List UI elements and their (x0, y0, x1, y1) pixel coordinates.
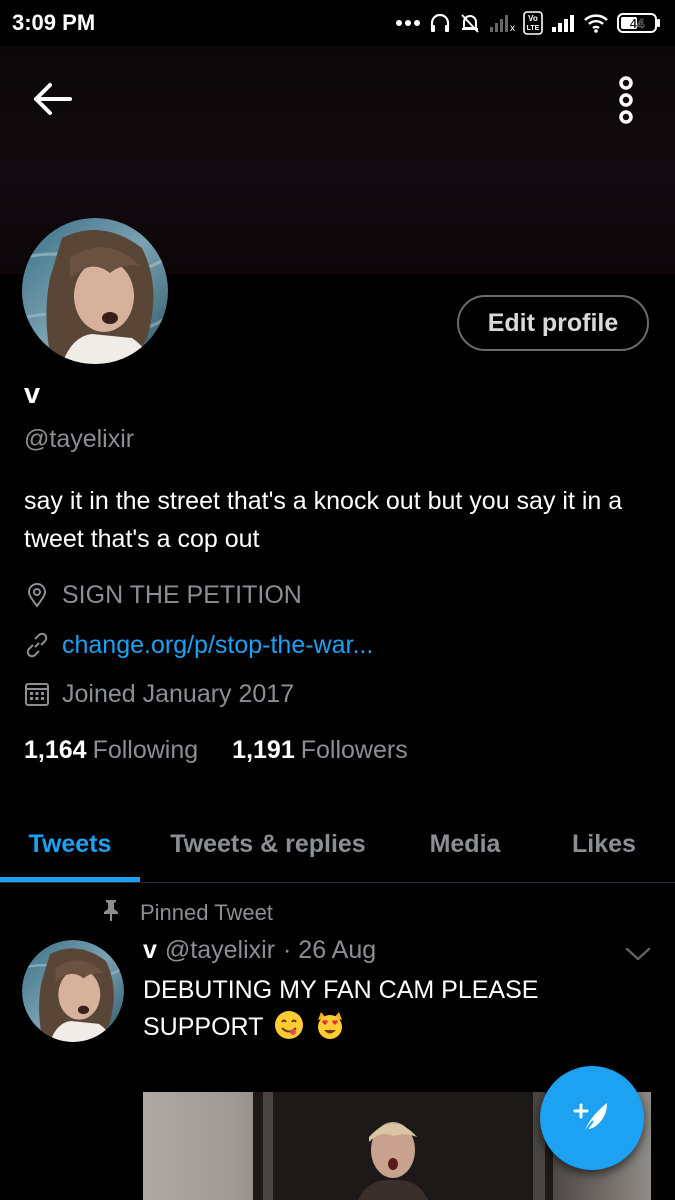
back-button[interactable] (32, 82, 74, 116)
followers-label: Followers (300, 736, 408, 764)
compose-feather-icon (573, 1103, 607, 1138)
more-notifications-icon (395, 19, 421, 27)
pinned-label: Pinned Tweet (140, 900, 273, 925)
tweet-header: v @tayelixir · 26 Aug (143, 936, 376, 965)
edit-profile-button[interactable]: Edit profile (457, 295, 649, 351)
follow-counts: 1,164 Following 1,191 Followers (24, 736, 408, 765)
profile-tabs: Tweets Tweets & replies Media Likes (0, 806, 675, 884)
tab-likes[interactable]: Likes (545, 806, 663, 882)
profile-handle: @tayelixir (24, 425, 135, 453)
svg-text:LTE: LTE (527, 25, 540, 32)
status-icons: x Vo LTE 44 (395, 8, 661, 38)
status-time: 3:09 PM (12, 10, 96, 35)
tweet-avatar-photo (22, 940, 124, 1042)
wifi-icon (583, 13, 609, 33)
tweet-menu-button[interactable] (624, 944, 652, 964)
profile-bio: say it in the street that's a knock out … (24, 487, 623, 553)
website-link[interactable]: change.org/p/stop-the-war... (62, 631, 373, 660)
profile-avatar[interactable] (22, 218, 168, 364)
tweet-author-name[interactable]: v (143, 936, 157, 965)
joined-row: Joined January 2017 (24, 677, 294, 711)
pin-icon (100, 898, 122, 928)
signal-strong-icon (551, 13, 575, 33)
link-icon (24, 632, 50, 658)
more-options-button[interactable] (604, 74, 648, 126)
tab-tweets-replies[interactable]: Tweets & replies (150, 806, 386, 882)
joined-text: Joined January 2017 (62, 679, 295, 708)
profile-screen: 3:09 PM x Vo LTE 44 Edit profile v @taye… (0, 0, 675, 1200)
website-row: change.org/p/stop-the-war... (24, 628, 373, 662)
vertical-dots-icon (619, 76, 633, 124)
volte-badge: Vo LTE (523, 11, 543, 35)
chevron-down-icon (625, 947, 651, 961)
location-row: SIGN THE PETITION (24, 578, 302, 612)
following-link[interactable]: 1,164 Following (24, 736, 198, 765)
following-label: Following (92, 736, 199, 764)
tab-tweets[interactable]: Tweets (0, 806, 140, 882)
status-bar: 3:09 PM x Vo LTE 44 (0, 0, 675, 46)
following-count: 1,164 (24, 736, 87, 764)
tab-media[interactable]: Media (405, 806, 525, 882)
headphones-icon (429, 12, 451, 34)
avatar-photo (22, 218, 168, 364)
tweet-avatar[interactable] (22, 940, 124, 1042)
svg-text:x: x (510, 23, 515, 33)
calendar-icon (24, 681, 50, 707)
tweet-author-handle: @tayelixir (164, 936, 276, 964)
heart-eyes-cat-emoji-icon (317, 1012, 342, 1039)
battery-icon: 44 (617, 12, 661, 34)
tabs-divider (0, 882, 675, 883)
bell-muted-icon (459, 12, 481, 34)
compose-tweet-button[interactable] (540, 1066, 644, 1170)
location-text: SIGN THE PETITION (62, 580, 302, 609)
tweet-body: DEBUTING MY FAN CAM PLEASE SUPPORT (143, 972, 613, 1046)
arrow-left-icon (34, 83, 72, 115)
tweet-date: · 26 Aug (283, 936, 377, 964)
followers-link[interactable]: 1,191 Followers (232, 736, 408, 765)
signal-weak-icon: x (489, 13, 515, 33)
pinned-indicator: Pinned Tweet (100, 898, 273, 928)
battery-level: 44 (630, 16, 645, 31)
yum-face-emoji-icon (274, 1011, 303, 1039)
followers-count: 1,191 (232, 736, 295, 764)
display-name: v (24, 378, 41, 410)
location-pin-icon (24, 582, 50, 608)
svg-text:Vo: Vo (528, 14, 538, 23)
